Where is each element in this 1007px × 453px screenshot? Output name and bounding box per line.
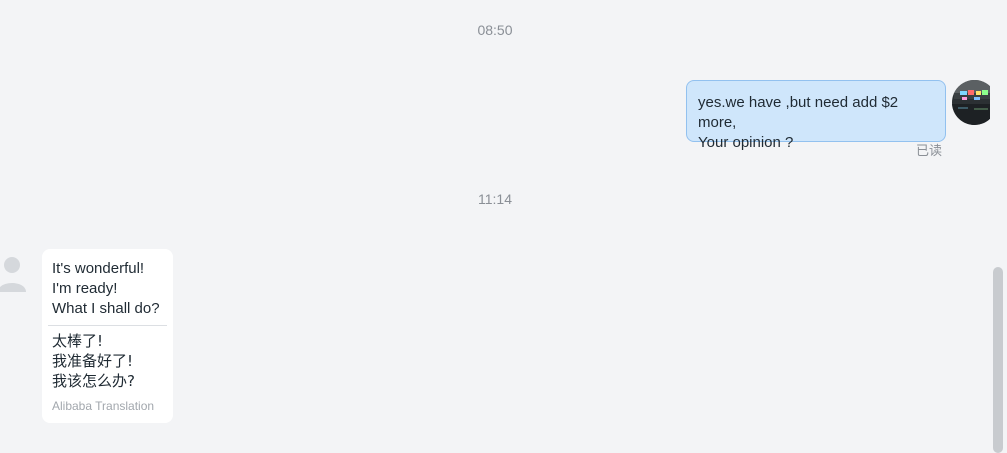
chat-message-area: 08:50 yes.we have ,but need add $2 more,… (0, 0, 997, 453)
default-user-icon[interactable] (0, 256, 30, 292)
message-text-line: What I shall do? (52, 300, 160, 317)
message-timestamp: 11:14 (478, 191, 512, 207)
outgoing-message-bubble[interactable]: yes.we have ,but need add $2 more, Your … (686, 80, 946, 151)
message-text-line: It's wonderful! (52, 260, 145, 277)
translation-divider (48, 325, 167, 326)
message-text-line: Your opinion ? (698, 134, 794, 151)
message-text-line: I'm ready! (52, 280, 118, 297)
scrollbar-thumb[interactable] (993, 267, 1003, 453)
vertical-scrollbar[interactable] (990, 0, 1007, 453)
translated-text-line: 太棒了! (52, 332, 104, 350)
incoming-message-bubble[interactable]: It's wonderful! I'm ready! What I shall … (42, 249, 173, 423)
read-receipt: 已读 (915, 143, 942, 158)
message-timestamp: 08:50 (477, 22, 513, 38)
message-text-line: yes.we have ,but need add $2 more, (698, 94, 899, 131)
translated-text-line: 我准备好了! (52, 352, 134, 370)
translated-text-line: 我该怎么办? (52, 372, 135, 390)
translation-credit: Alibaba Translation (52, 399, 155, 413)
